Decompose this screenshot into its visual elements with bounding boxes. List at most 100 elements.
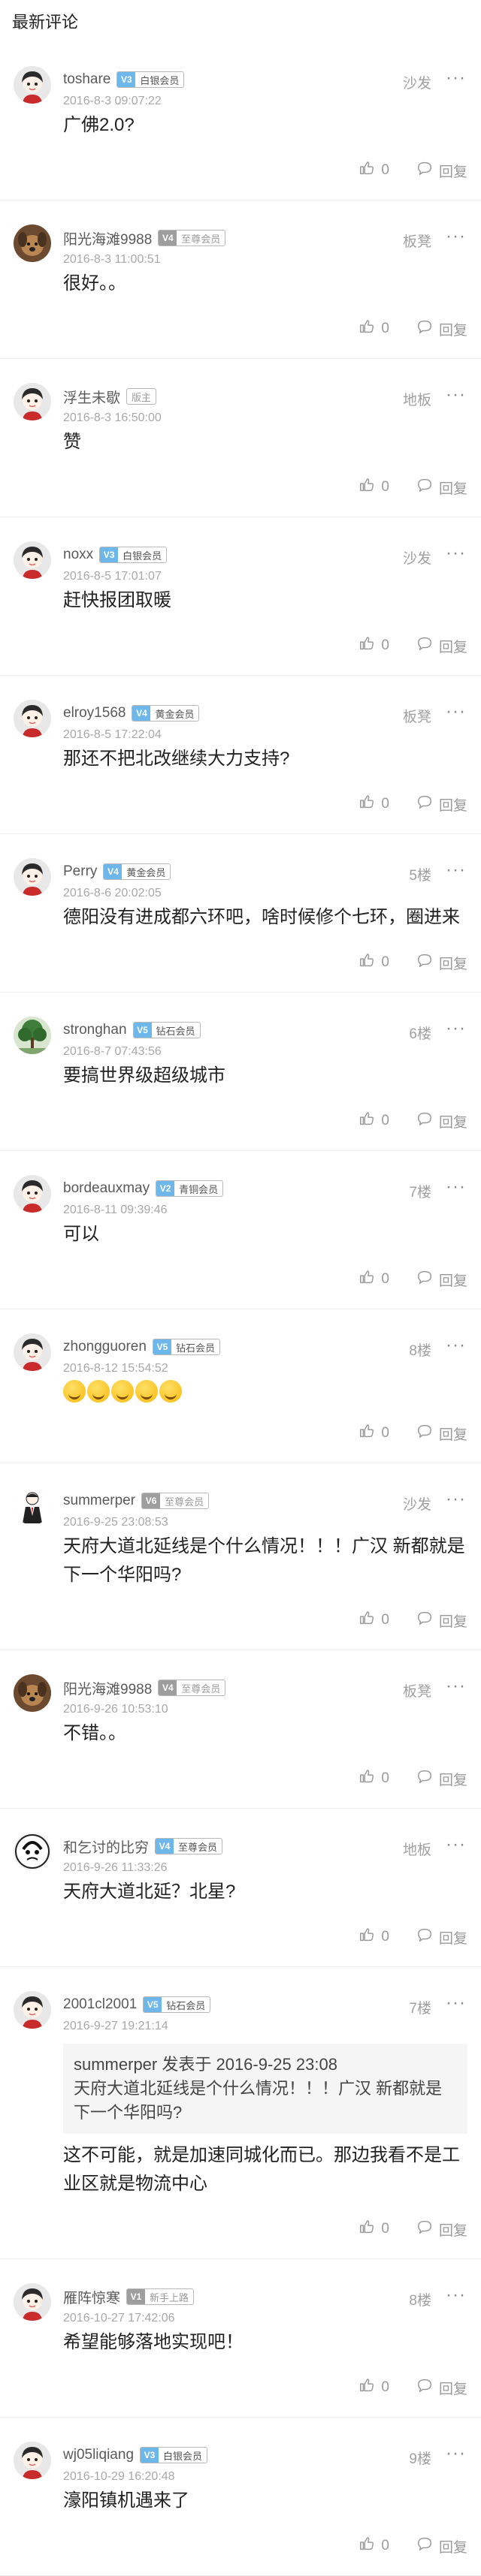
avatar[interactable] <box>14 1487 51 1525</box>
like-button[interactable]: 0 <box>358 160 389 181</box>
username[interactable]: toshare <box>63 71 110 88</box>
username[interactable]: 阳光海滩9988 <box>63 1678 152 1698</box>
vip-level-icon: V5 <box>153 1339 171 1354</box>
avatar[interactable] <box>14 700 51 737</box>
floor-label: 8楼 <box>409 2293 431 2309</box>
username[interactable]: 浮生未歇 <box>63 387 120 407</box>
comment-item: bordeauxmay V2 青铜会员 7楼 ··· 2016-8-11 09:39:46… <box>0 1151 481 1309</box>
comment-item: toshare V3 白银会员 沙发 ··· 2016-8-3 09:07:22 广佛2.0… <box>0 42 481 200</box>
username[interactable]: wj05liqiang <box>63 2447 134 2463</box>
like-button[interactable]: 0 <box>358 635 389 656</box>
like-button[interactable]: 0 <box>358 318 389 339</box>
thumb-up-icon <box>358 1768 381 1789</box>
like-button[interactable]: 0 <box>358 1110 389 1131</box>
vip-tier-label: 钻石会员 <box>175 1342 215 1354</box>
like-button[interactable]: 0 <box>358 794 389 815</box>
comment-item: summerper V6 至尊会员 沙发 ··· 2016-9-25 23:08:53 天府… <box>0 1463 481 1650</box>
reply-button[interactable]: 回复 <box>416 1927 467 1948</box>
like-button[interactable]: 0 <box>358 1269 389 1290</box>
avatar[interactable] <box>14 1674 51 1712</box>
reply-button[interactable]: 回复 <box>416 2535 467 2556</box>
like-button[interactable]: 0 <box>358 952 389 973</box>
reply-button[interactable]: 回复 <box>416 318 467 339</box>
more-icon[interactable]: ··· <box>446 1676 466 1697</box>
more-icon[interactable]: ··· <box>446 543 466 564</box>
reply-label: 回复 <box>438 797 467 814</box>
avatar[interactable] <box>14 2283 51 2321</box>
comment-list: toshare V3 白银会员 沙发 ··· 2016-8-3 09:07:22 广佛2.0… <box>0 42 481 2576</box>
comment-time: 2016-9-27 19:21:14 <box>63 2020 168 2032</box>
more-icon[interactable]: ··· <box>446 1177 466 1198</box>
vip-tier-label: 白银会员 <box>140 74 180 86</box>
reply-button[interactable]: 回复 <box>416 1768 467 1789</box>
reply-button[interactable]: 回复 <box>416 2377 467 2398</box>
floor-label: 沙发 <box>402 551 431 567</box>
reply-label: 回复 <box>438 639 467 655</box>
reply-button[interactable]: 回复 <box>416 952 467 973</box>
avatar[interactable] <box>14 383 51 420</box>
reply-button[interactable]: 回复 <box>416 1423 467 1444</box>
more-icon[interactable]: ··· <box>446 1018 466 1039</box>
reply-button[interactable]: 回复 <box>416 1110 467 1131</box>
like-button[interactable]: 0 <box>358 477 389 498</box>
reply-button[interactable]: 回复 <box>416 1269 467 1290</box>
avatar[interactable] <box>14 224 51 262</box>
comment-item: 和乞讨的比穷 V4 至尊会员 地板 ··· 2016-9-26 11:33:26 天府大道北… <box>0 1809 481 1967</box>
username[interactable]: bordeauxmay <box>63 1180 150 1197</box>
reply-button[interactable]: 回复 <box>416 1610 467 1631</box>
like-button[interactable]: 0 <box>358 1423 389 1444</box>
comment-text: 德阳没有进成都六环吧，啥时候修个七环，圈进来 <box>63 907 460 927</box>
more-icon[interactable]: ··· <box>446 2285 466 2306</box>
vip-tier-label: 至尊会员 <box>181 233 221 245</box>
like-button[interactable]: 0 <box>358 1610 389 1631</box>
reply-button[interactable]: 回复 <box>416 635 467 656</box>
username[interactable]: zhongguoren <box>63 1339 147 1355</box>
reply-button[interactable]: 回复 <box>416 2219 467 2240</box>
reply-button[interactable]: 回复 <box>416 160 467 181</box>
username[interactable]: noxx <box>63 547 93 563</box>
username[interactable]: 雁阵惊寒 <box>63 2287 120 2307</box>
avatar[interactable] <box>14 2442 51 2479</box>
like-button[interactable]: 0 <box>358 2377 389 2398</box>
reply-label: 回复 <box>438 1613 467 1630</box>
username[interactable]: summerper <box>63 1493 135 1509</box>
like-button[interactable]: 0 <box>358 1768 389 1789</box>
more-icon[interactable]: ··· <box>446 1335 466 1356</box>
more-icon[interactable]: ··· <box>446 1834 466 1855</box>
more-icon[interactable]: ··· <box>446 1993 466 2014</box>
comment-item: 2001cl2001 V5 钻石会员 7楼 ··· 2016-9-27 19:21:14 s… <box>0 1967 481 2259</box>
avatar[interactable] <box>14 66 51 104</box>
username[interactable]: stronghan <box>63 1022 127 1038</box>
more-icon[interactable]: ··· <box>446 860 466 881</box>
more-icon[interactable]: ··· <box>446 1489 466 1510</box>
username[interactable]: 阳光海滩9988 <box>63 228 152 249</box>
avatar[interactable] <box>14 1833 51 1870</box>
username[interactable]: 和乞讨的比穷 <box>63 1836 149 1857</box>
like-count: 0 <box>381 1113 389 1128</box>
like-button[interactable]: 0 <box>358 2219 389 2240</box>
username[interactable]: 2001cl2001 <box>63 1996 137 2013</box>
more-icon[interactable]: ··· <box>446 701 466 722</box>
comment-time: 2016-10-27 17:42:06 <box>63 2312 175 2324</box>
comment-text: 很好。。 <box>63 273 126 294</box>
grin-emoji-icon <box>63 1380 86 1402</box>
avatar[interactable] <box>14 541 51 579</box>
reply-button[interactable]: 回复 <box>416 794 467 815</box>
more-icon[interactable]: ··· <box>446 2443 466 2464</box>
comment-time: 2016-8-3 09:07:22 <box>63 95 162 107</box>
username[interactable]: Perry <box>63 863 97 880</box>
thumb-up-icon <box>358 318 381 339</box>
username[interactable]: elroy1568 <box>63 705 126 722</box>
avatar[interactable] <box>14 1175 51 1213</box>
reply-label: 回复 <box>438 1114 467 1131</box>
avatar[interactable] <box>14 858 51 896</box>
more-icon[interactable]: ··· <box>446 68 466 89</box>
more-icon[interactable]: ··· <box>446 384 466 405</box>
like-button[interactable]: 0 <box>358 1927 389 1948</box>
like-button[interactable]: 0 <box>358 2535 389 2556</box>
avatar[interactable] <box>14 1333 51 1371</box>
avatar[interactable] <box>14 1991 51 2029</box>
reply-button[interactable]: 回复 <box>416 477 467 498</box>
avatar[interactable] <box>14 1017 51 1054</box>
more-icon[interactable]: ··· <box>446 226 466 247</box>
